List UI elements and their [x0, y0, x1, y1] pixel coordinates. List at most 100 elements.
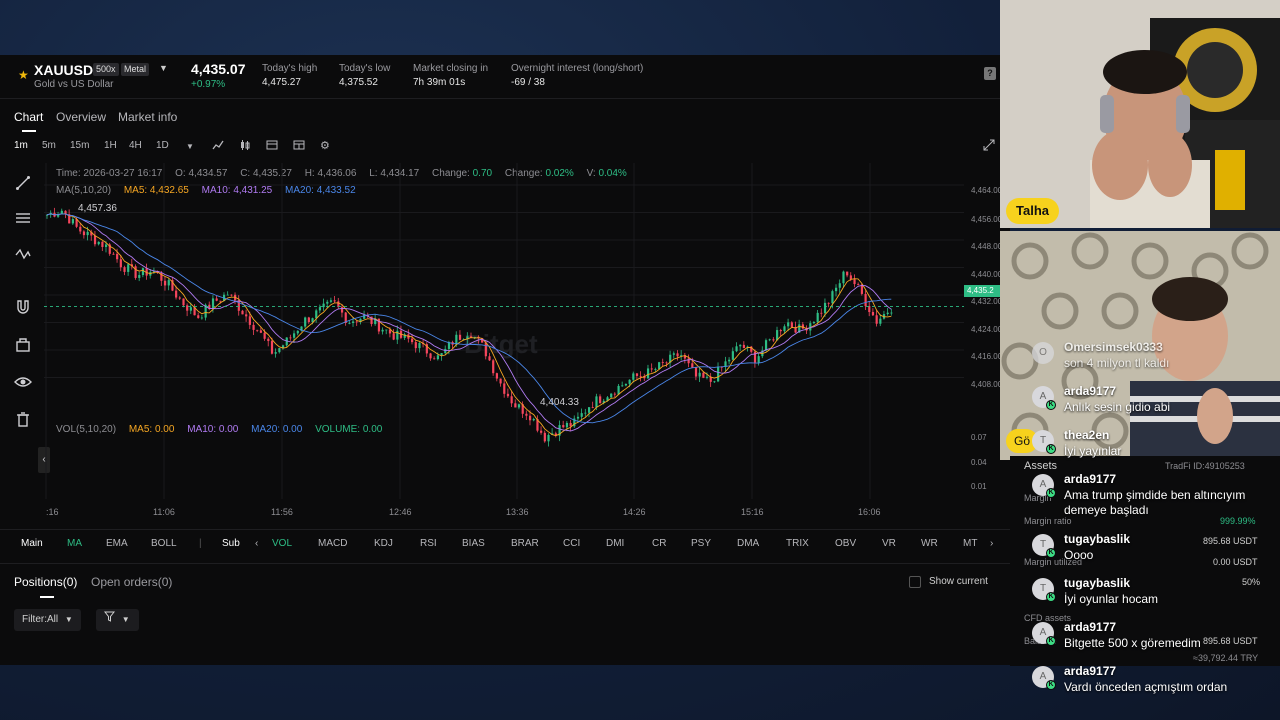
- timeframe-15m[interactable]: 15m: [70, 140, 89, 151]
- candle-body: [849, 275, 852, 280]
- candle-body: [772, 339, 775, 341]
- candle-body: [525, 413, 528, 416]
- price-chart[interactable]: Bitget: [44, 163, 964, 499]
- candlestick-icon[interactable]: [239, 139, 251, 154]
- favorite-star-icon[interactable]: ★: [18, 68, 29, 82]
- tab-overview[interactable]: Overview: [56, 110, 106, 124]
- trendline-tool-icon[interactable]: [12, 175, 34, 197]
- chevron-down-icon[interactable]: ▼: [186, 142, 194, 151]
- settings-gear-icon[interactable]: ⚙: [320, 139, 330, 152]
- candle-body: [256, 329, 259, 331]
- indicator-obv[interactable]: OBV: [835, 538, 856, 549]
- timeframe-4h[interactable]: 4H: [129, 140, 142, 151]
- timeframe-5m[interactable]: 5m: [42, 140, 56, 151]
- tab-chart[interactable]: Chart: [14, 110, 43, 124]
- chevron-down-icon[interactable]: ▼: [159, 63, 168, 73]
- candle-body: [355, 321, 358, 323]
- timeframe-1d[interactable]: 1D: [156, 140, 169, 151]
- candle-body: [189, 307, 192, 311]
- divider: |: [199, 538, 202, 549]
- horizontal-lines-tool-icon[interactable]: [12, 210, 34, 232]
- candle-body: [318, 307, 322, 311]
- help-icon[interactable]: ?: [984, 67, 996, 80]
- candle-body: [414, 342, 417, 349]
- candle-body: [307, 317, 310, 323]
- indicator-bias[interactable]: BIAS: [462, 538, 485, 549]
- magnet-icon[interactable]: [12, 299, 34, 321]
- indicator-wr[interactable]: WR: [921, 538, 938, 549]
- indicator-dmi[interactable]: DMI: [606, 538, 624, 549]
- instrument-symbol[interactable]: XAUUSD: [34, 62, 93, 78]
- candle-body: [119, 259, 122, 268]
- indicator-mt[interactable]: MT: [963, 538, 977, 549]
- indicator-rsi[interactable]: RSI: [420, 538, 437, 549]
- candle-body: [868, 306, 871, 313]
- indicator-cci[interactable]: CCI: [563, 538, 580, 549]
- candle-body: [104, 244, 108, 248]
- candle-body: [82, 231, 86, 236]
- candle-body: [293, 333, 296, 338]
- fullscreen-icon[interactable]: [983, 139, 995, 154]
- indicator-cr[interactable]: CR: [652, 538, 666, 549]
- tab-market-info[interactable]: Market info: [118, 110, 177, 124]
- layout-icon[interactable]: [293, 139, 305, 154]
- funnel-filter-button[interactable]: ▼: [96, 609, 139, 631]
- candle-body: [134, 266, 137, 278]
- indicator-vr[interactable]: VR: [882, 538, 896, 549]
- candle-body: [141, 268, 145, 276]
- category-tag: Metal: [121, 63, 150, 76]
- eye-icon[interactable]: [12, 374, 34, 396]
- indicator-vol[interactable]: VOL: [272, 538, 292, 549]
- candle-body: [580, 413, 583, 417]
- candle-body: [396, 330, 399, 340]
- tab-positions[interactable]: Positions(0): [14, 575, 77, 589]
- chart-type-icon[interactable]: [212, 139, 224, 154]
- indicator-ma[interactable]: MA: [67, 538, 82, 549]
- indicator-boll[interactable]: BOLL: [151, 538, 177, 549]
- kick-badge-icon: K: [1046, 636, 1056, 646]
- candle-body: [514, 403, 517, 408]
- chart-toolbar: 1m 5m 15m 1H 4H 1D ▼ ⚙: [0, 135, 1010, 159]
- show-current-checkbox[interactable]: [909, 576, 921, 588]
- timeframe-1m[interactable]: 1m: [14, 140, 28, 151]
- indicator-trix[interactable]: TRIX: [786, 538, 809, 549]
- candle-body: [340, 307, 344, 313]
- chevron-right-icon[interactable]: ›: [990, 538, 993, 549]
- candle-body: [138, 275, 141, 278]
- timeframe-1h[interactable]: 1H: [104, 140, 117, 151]
- chat-username: arda9177: [1064, 384, 1117, 398]
- indicator-dma[interactable]: DMA: [737, 538, 759, 549]
- show-current-label: Show current: [929, 576, 988, 587]
- chevron-left-icon[interactable]: ‹: [255, 538, 258, 549]
- x-tick: 16:06: [858, 507, 881, 517]
- trading-app: ★ XAUUSD 500x Metal ▼ Gold vs US Dollar …: [0, 55, 1010, 665]
- candle-body: [315, 310, 318, 319]
- candle-body: [613, 393, 616, 395]
- candle-body: [569, 422, 572, 427]
- indicator-macd[interactable]: MACD: [318, 538, 347, 549]
- x-tick: 13:36: [506, 507, 529, 517]
- candle-body: [79, 226, 82, 232]
- candle-body: [241, 310, 244, 315]
- pattern-tool-icon[interactable]: [12, 247, 34, 269]
- indicator-psy[interactable]: PSY: [691, 538, 711, 549]
- trash-icon[interactable]: [12, 411, 34, 433]
- candle-body: [764, 340, 768, 351]
- ma20-line: [46, 213, 892, 424]
- x-tick: 14:26: [623, 507, 646, 517]
- indicators-icon[interactable]: [266, 139, 278, 154]
- candle-body: [779, 330, 782, 332]
- lock-icon[interactable]: [12, 336, 34, 358]
- indicator-ema[interactable]: EMA: [106, 538, 128, 549]
- candle-body: [728, 359, 731, 362]
- candle-body: [492, 360, 495, 374]
- candle-body: [595, 396, 598, 408]
- candle-body: [503, 383, 506, 394]
- tab-open-orders[interactable]: Open orders(0): [91, 575, 172, 589]
- filter-dropdown[interactable]: Filter:All ▼: [14, 609, 81, 631]
- candle-body: [875, 315, 878, 324]
- y-tick: 4,408.00: [971, 380, 1003, 389]
- indicator-brar[interactable]: BRAR: [511, 538, 539, 549]
- indicator-kdj[interactable]: KDJ: [374, 538, 393, 549]
- candle-body: [591, 407, 594, 409]
